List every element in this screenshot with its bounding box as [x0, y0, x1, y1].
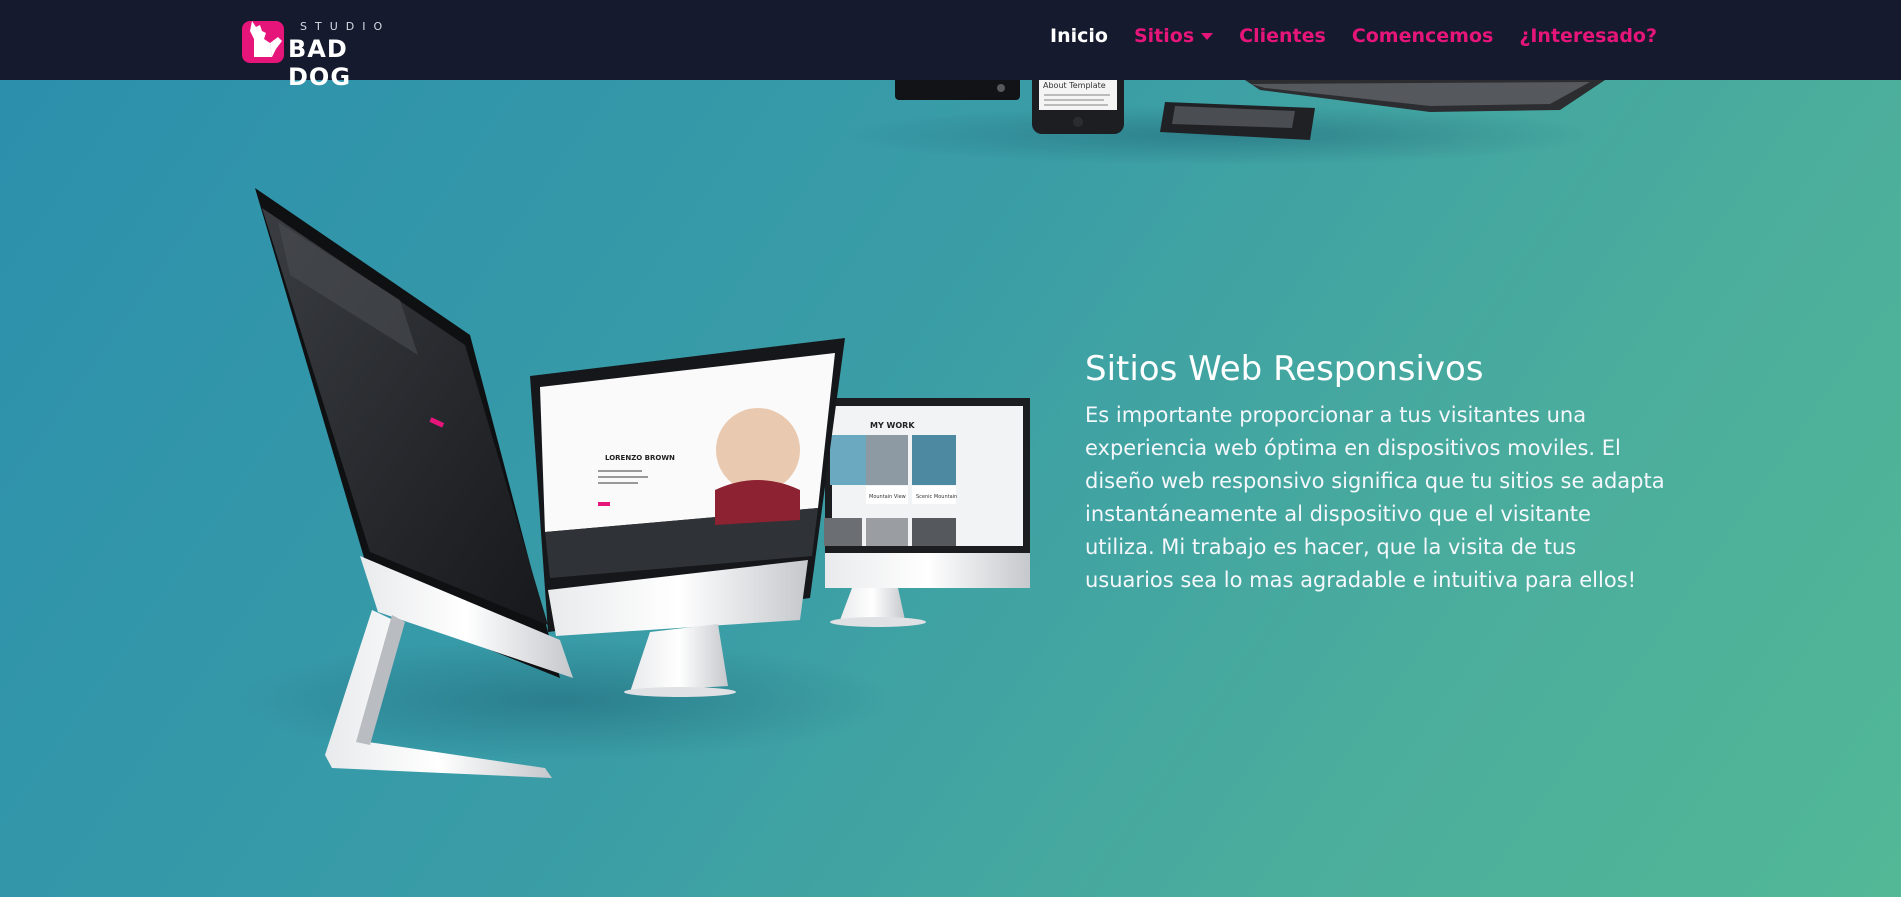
nav-interesado[interactable]: ¿Interesado?	[1519, 25, 1657, 47]
caret-down-icon	[1201, 33, 1214, 40]
logo-brand-text: BAD DOG	[288, 35, 352, 91]
dog-logo-icon	[242, 21, 284, 63]
nav-sitios-dropdown[interactable]: Sitios	[1133, 25, 1214, 47]
logo-studio-text: STUDIO	[300, 20, 391, 33]
right-screen-card1: Mountain View	[869, 494, 906, 500]
mid-screen-name: LORENZO BROWN	[605, 454, 675, 462]
main-nav: Inicio Sitios Clientes Comencemos ¿Inter…	[1050, 25, 1657, 47]
responsive-section: Sitios Web Responsivos Es importante pro…	[1085, 345, 1665, 597]
phone-heading: About Template	[1043, 81, 1106, 90]
section-title: Sitios Web Responsivos	[1085, 349, 1484, 389]
hero-section: About Template MY WORK Scenic Mountain M…	[0, 0, 1901, 897]
imac-right: MY WORK Scenic Mountain Mountain View	[824, 398, 1030, 627]
right-screen-heading: MY WORK	[870, 421, 915, 430]
right-screen-card2: Scenic Mountain	[916, 494, 957, 500]
brand-logo[interactable]: STUDIO BAD DOG	[242, 15, 397, 91]
nav-inicio[interactable]: Inicio	[1050, 25, 1108, 47]
nav-clientes[interactable]: Clientes	[1239, 25, 1326, 47]
navbar: STUDIO BAD DOG Inicio Sitios Clientes Co…	[0, 0, 1901, 91]
nav-sitios-label: Sitios	[1133, 25, 1195, 47]
nav-comencemos[interactable]: Comencemos	[1352, 25, 1494, 47]
section-body: Es importante proporcionar a tus visitan…	[1085, 403, 1665, 592]
